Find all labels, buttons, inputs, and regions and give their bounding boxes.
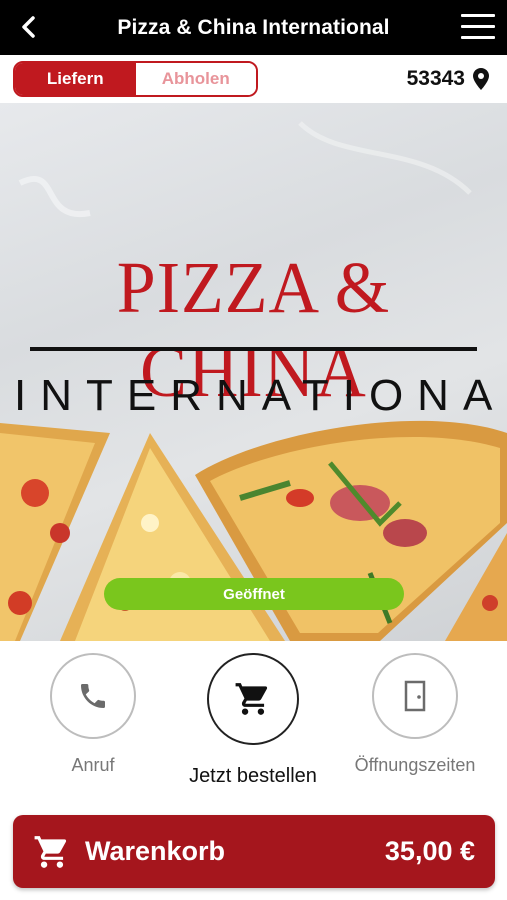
order-now-circle[interactable]	[207, 653, 299, 745]
brand-divider	[30, 347, 477, 351]
shopping-cart-icon	[235, 683, 268, 715]
door-icon	[404, 680, 426, 712]
shopping-cart-icon	[34, 835, 67, 868]
cart-total: 35,00 €	[384, 836, 475, 866]
order-mode-bar: Liefern Abholen 53343	[0, 55, 507, 103]
call-button[interactable]: Anruf	[23, 653, 163, 776]
opening-hours-circle[interactable]	[372, 653, 458, 739]
open-status-badge: Geöffnet	[104, 578, 404, 610]
order-mode-toggle: Liefern Abholen	[13, 61, 258, 97]
quick-actions: Anruf Jetzt bestellen Öffnungszeiten	[0, 641, 507, 809]
opening-hours-label: Öffnungszeiten	[354, 755, 476, 775]
delivery-tab[interactable]: Liefern	[15, 63, 136, 95]
postal-code-selector[interactable]: 53343	[407, 67, 489, 91]
pickup-tab[interactable]: Abholen	[135, 63, 256, 95]
call-button-circle[interactable]	[50, 653, 136, 739]
app-header: Pizza & China International	[0, 0, 507, 55]
phone-icon	[81, 684, 105, 708]
order-now-button[interactable]: Jetzt bestellen	[183, 653, 323, 788]
cart-label: Warenkorb	[85, 836, 226, 866]
chevron-left-icon[interactable]	[14, 13, 42, 41]
map-pin-icon	[473, 68, 489, 90]
opening-hours-button[interactable]: Öffnungszeiten	[345, 653, 485, 776]
page-title: Pizza & China International	[117, 15, 390, 39]
hamburger-menu-icon[interactable]	[461, 14, 495, 40]
cart-button[interactable]: Warenkorb 35,00 €	[13, 815, 495, 888]
brand-name-line2: INTERNATIONAL	[14, 371, 507, 420]
postal-code: 53343	[406, 67, 465, 90]
call-label: Anruf	[71, 755, 115, 775]
hero-banner: PIZZA & CHINA INTERNATIONAL Geöffnet	[0, 103, 507, 641]
order-now-label: Jetzt bestellen	[189, 765, 317, 787]
